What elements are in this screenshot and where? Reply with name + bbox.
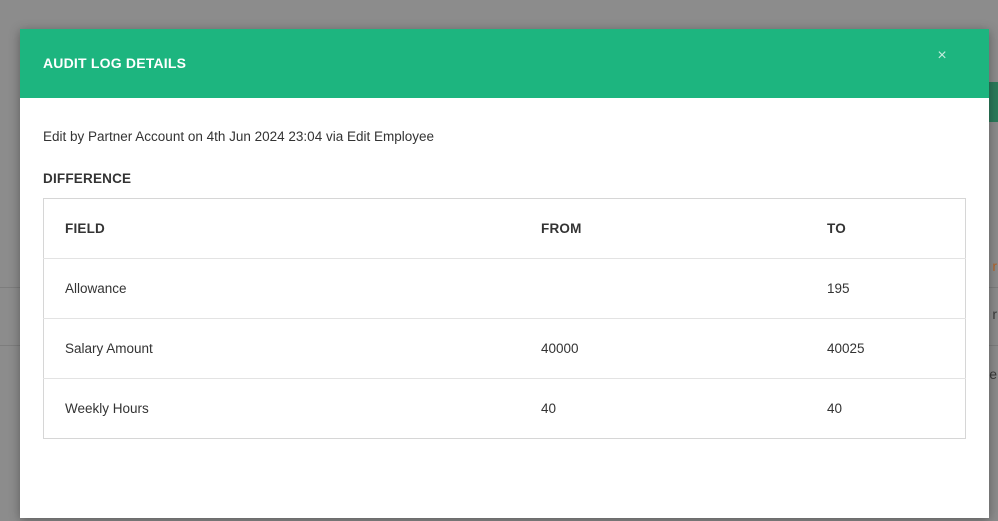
- cell-from: 40: [541, 401, 557, 416]
- difference-table: FIELD FROM TO Allowance 195 Salary Amoun…: [43, 198, 966, 439]
- background-partial-text: r: [992, 306, 997, 322]
- modal-title: AUDIT LOG DETAILS: [43, 55, 187, 71]
- close-icon[interactable]: ×: [935, 48, 949, 64]
- modal-body: Edit by Partner Account on 4th Jun 2024 …: [20, 129, 989, 439]
- column-header-from: FROM: [520, 198, 806, 259]
- difference-heading: DIFFERENCE: [43, 171, 132, 186]
- table-header-row: FIELD FROM TO: [43, 198, 966, 259]
- cell-from: [520, 258, 806, 319]
- cell-field: Salary Amount: [43, 318, 520, 379]
- table-row: Weekly Hours 40 40: [44, 379, 966, 439]
- background-partial-text: e: [989, 366, 997, 382]
- cell-field: Weekly Hours: [65, 401, 149, 416]
- table-row: Allowance 195: [43, 258, 966, 319]
- cell-to: 40025: [806, 318, 966, 379]
- column-header-to: TO: [806, 198, 966, 259]
- audit-log-modal: AUDIT LOG DETAILS × Edit by Partner Acco…: [20, 29, 989, 518]
- background-green-strip: [988, 82, 998, 122]
- column-header-field: FIELD: [43, 198, 520, 259]
- cell-to: 40: [827, 401, 843, 416]
- table-row: Salary Amount 40000 40025: [43, 318, 966, 379]
- cell-from: 40000: [520, 318, 806, 379]
- cell-field: Allowance: [43, 258, 520, 319]
- background-partial-text: r: [992, 258, 997, 274]
- cell-to: 195: [806, 258, 966, 319]
- modal-header: AUDIT LOG DETAILS ×: [20, 29, 989, 98]
- edit-summary: Edit by Partner Account on 4th Jun 2024 …: [43, 129, 434, 144]
